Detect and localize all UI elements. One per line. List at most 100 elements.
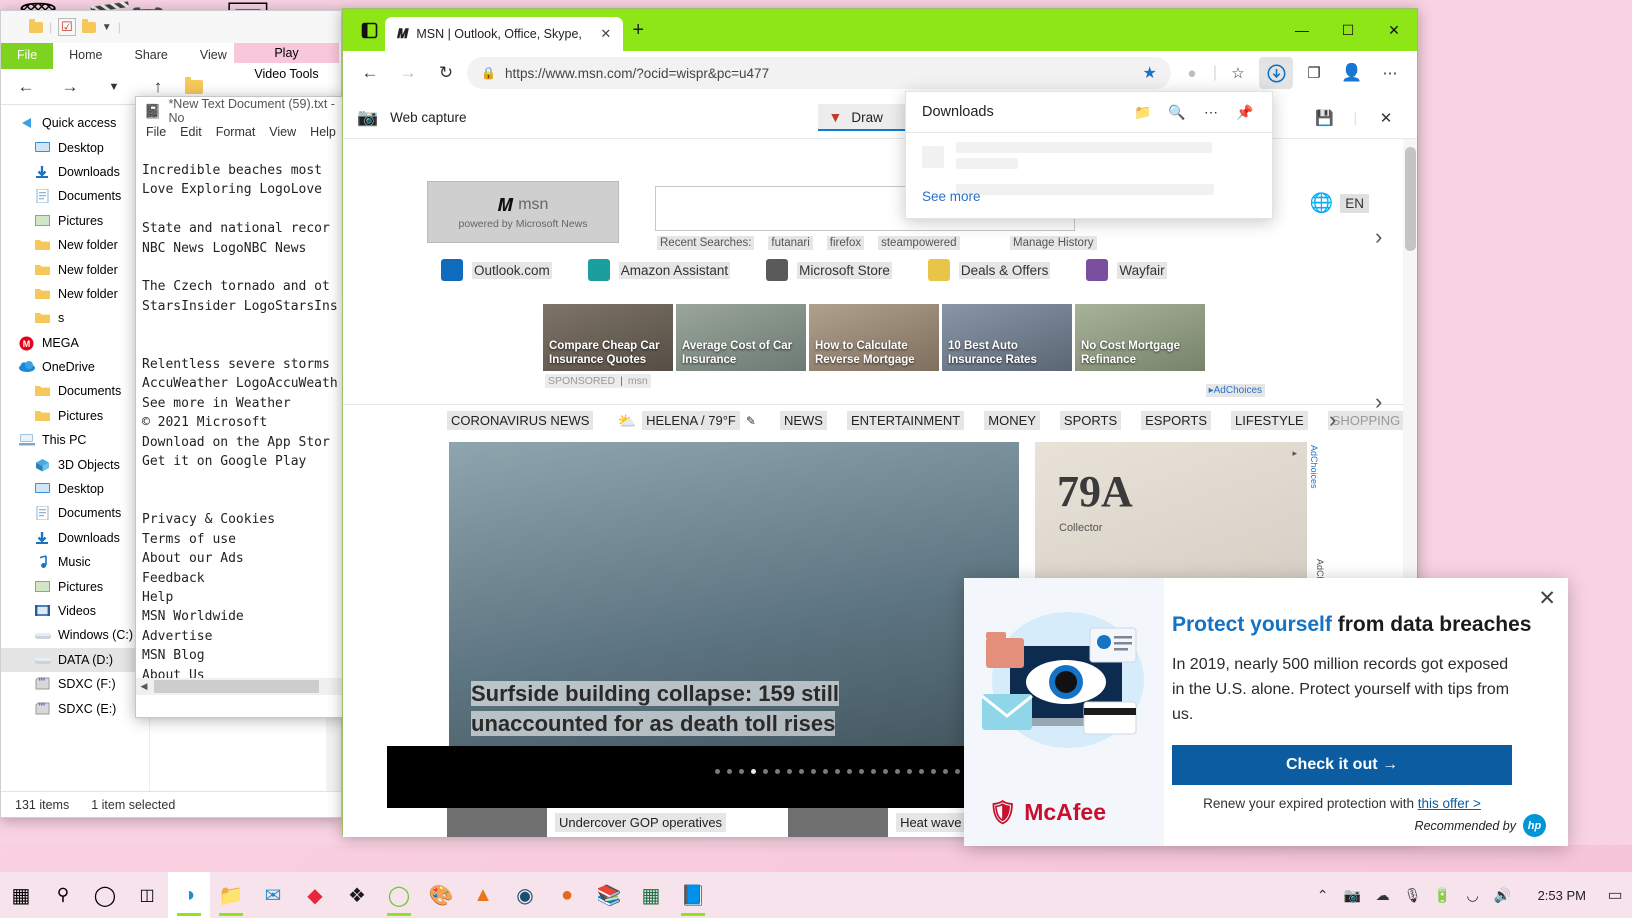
sidebar-item-pictures[interactable]: Pictures <box>1 404 149 428</box>
quick-link-deals-offers[interactable]: Deals & Offers <box>927 259 1051 281</box>
edge-navigation-bar[interactable]: ← → ↻ 🔒 https://www.msn.com/?ocid=wispr&… <box>343 51 1417 95</box>
notepad-menubar[interactable]: File Edit Format View Help <box>136 125 346 147</box>
tab-close-icon[interactable]: ✕ <box>594 26 617 42</box>
cortana-button[interactable]: ◯ <box>84 872 126 918</box>
bottom-news-card[interactable]: Undercover GOP operatives <box>447 808 727 837</box>
sidebar-item-pictures[interactable]: Pictures <box>1 209 149 233</box>
edit-pencil-icon[interactable]: ✎ <box>746 414 756 428</box>
sidebar-item-documents[interactable]: Documents <box>1 501 149 525</box>
mcafee-offer-link[interactable]: this offer > <box>1418 796 1481 811</box>
vertical-adchoices-label[interactable]: AdChoices <box>1309 445 1319 489</box>
nav-item-esports[interactable]: ESPORTS <box>1141 411 1212 430</box>
menu-view[interactable]: View <box>269 125 296 147</box>
collections-coin-icon[interactable]: ● <box>1175 57 1209 89</box>
quick-link-wayfair[interactable]: Wayfair <box>1086 259 1167 281</box>
nav-item-sports[interactable]: SPORTS <box>1059 411 1122 430</box>
window-controls[interactable]: — ☐ ✕ <box>1279 9 1417 51</box>
quicklinks-next-chevron-icon[interactable]: › <box>1375 224 1382 250</box>
adchoices-label[interactable]: ▸AdChoices <box>1205 384 1265 397</box>
taskbar-clock[interactable]: 2:53 PM <box>1526 888 1598 903</box>
refresh-button[interactable]: ↻ <box>429 57 463 89</box>
taskbar-app-mail[interactable]: ✉ <box>252 872 294 918</box>
taskbar-app-paint[interactable]: 🎨 <box>420 872 462 918</box>
carousel-dot[interactable] <box>786 769 792 774</box>
nav-item-shopping[interactable]: SHOPPING <box>1327 411 1405 430</box>
notepad-titlebar[interactable]: 📓 *New Text Document (59).txt - No <box>136 97 346 125</box>
language-selector[interactable]: 🌐 EN <box>1310 191 1369 215</box>
volume-icon[interactable]: 🔊 <box>1488 887 1518 904</box>
nav-item-news[interactable]: NEWS <box>779 411 827 430</box>
quick-links-row[interactable]: Outlook.com Amazon Assistant Microsoft Sto… <box>441 259 1167 281</box>
ads-next-chevron-icon[interactable]: › <box>1375 389 1382 415</box>
recent-search-1[interactable]: futanari <box>768 236 813 250</box>
dropdown-icon[interactable]: ▼ <box>102 22 112 33</box>
quick-link-microsoft-store[interactable]: Microsoft Store <box>766 259 892 281</box>
weather-chip[interactable]: ⛅ HELENA / 79°F ✎ <box>613 409 760 432</box>
nav-item-entertainment[interactable]: ENTERTAINMENT <box>846 411 965 430</box>
menu-help[interactable]: Help <box>310 125 336 147</box>
ribbon-tab-share[interactable]: Share <box>119 43 184 69</box>
sponsored-ad-card[interactable]: No Cost Mortgage Refinance <box>1075 304 1205 371</box>
sidebar-item-music[interactable]: Music <box>1 550 149 574</box>
nav-item-money[interactable]: MONEY <box>984 411 1040 430</box>
action-center-button[interactable]: ▭ <box>1598 885 1632 905</box>
taskbar-app-dropbox[interactable]: ❖ <box>336 872 378 918</box>
taskbar-app-vlc[interactable]: ▲ <box>462 872 504 918</box>
pin-icon[interactable]: 📌 <box>1228 97 1262 127</box>
carousel-dot[interactable] <box>894 769 900 774</box>
sidebar-item-videos[interactable]: Videos <box>1 599 149 623</box>
edge-tab-strip[interactable]: 𝑴 MSN | Outlook, Office, Skype, Bin ✕ + <box>343 9 1279 51</box>
tab-actions-menu-icon[interactable] <box>355 16 383 44</box>
sponsored-ad-card[interactable]: 10 Best Auto Insurance Rates <box>942 304 1072 371</box>
sidebar-item-data-d[interactable]: DATA (D:) <box>1 647 149 672</box>
taskbar-app-winrar[interactable]: 📚 <box>588 872 630 918</box>
notepad-horizontal-scrollbar[interactable]: ◀ <box>136 678 346 695</box>
camera-icon[interactable]: 📷 <box>1338 887 1368 904</box>
minimize-button[interactable]: — <box>1279 9 1325 51</box>
start-button[interactable]: ▦ <box>0 872 42 918</box>
explorer-navigation-pane[interactable]: Quick access Desktop Downloads Documents Pic… <box>1 105 149 791</box>
favorite-star-icon[interactable]: ★ <box>1143 63 1157 83</box>
address-bar[interactable]: 🔒 https://www.msn.com/?ocid=wispr&pc=u47… <box>467 57 1171 89</box>
carousel-dot[interactable] <box>810 769 816 774</box>
edge-titlebar[interactable]: 𝑴 MSN | Outlook, Office, Skype, Bin ✕ + … <box>343 9 1417 51</box>
notepad-text-area[interactable]: Incredible beaches most Love Exploring L… <box>136 147 346 687</box>
microphone-icon[interactable]: 🎙 <box>1398 887 1428 904</box>
taskbar-app-firefox[interactable]: ● <box>546 872 588 918</box>
carousel-dot[interactable] <box>930 769 936 774</box>
carousel-dot[interactable] <box>834 769 840 774</box>
carousel-dot[interactable] <box>798 769 804 774</box>
recent-search-2[interactable]: firefox <box>826 236 865 250</box>
sidebar-item-documents[interactable]: Documents <box>1 184 149 208</box>
taskbar-app-steam[interactable]: ◉ <box>504 872 546 918</box>
taskbar-app-file-explorer[interactable]: 📁 <box>210 872 252 918</box>
sidebar-item-3d-objects[interactable]: 3D Objects <box>1 452 149 476</box>
carousel-dot[interactable] <box>750 769 756 774</box>
video-tools-contextual-group[interactable]: Play Video Tools <box>234 43 339 85</box>
scrollbar-thumb[interactable] <box>154 680 319 693</box>
forward-button[interactable]: → <box>391 57 425 89</box>
windows-taskbar[interactable]: ▦ ⚲ ◯ ◫ ◑ 📁 ✉ ◆ ❖ ◯ 🎨 ▲ ◉ ● 📚 ▦ 📘 ⌃ 📷 ☁ 🎙 🔋 ◡ 🔊 2:53 PM ▭ <box>0 872 1632 918</box>
battery-icon[interactable]: 🔋 <box>1428 887 1458 904</box>
sponsored-ad-card[interactable]: How to Calculate Reverse Mortgage <box>809 304 939 371</box>
search-button[interactable]: ⚲ <box>42 872 84 918</box>
taskbar-app-buttons[interactable]: ◑ 📁 ✉ ◆ ❖ ◯ 🎨 ▲ ◉ ● 📚 ▦ 📘 <box>168 872 714 918</box>
msn-logo[interactable]: 𝑴 msn powered by Microsoft News <box>427 181 619 243</box>
manage-history-link[interactable]: Manage History <box>1010 236 1097 250</box>
recent-search-3[interactable]: steampowered <box>878 236 960 250</box>
carousel-dot[interactable] <box>738 769 744 774</box>
system-tray[interactable]: ⌃ 📷 ☁ 🎙 🔋 ◡ 🔊 <box>1308 887 1526 904</box>
scroll-left-arrow-icon[interactable]: ◀ <box>136 681 152 692</box>
browser-tab-msn[interactable]: 𝑴 MSN | Outlook, Office, Skype, Bin ✕ <box>385 17 624 51</box>
video-tools-play-tab[interactable]: Play <box>234 43 339 63</box>
more-options-icon[interactable]: ⋯ <box>1194 97 1228 127</box>
sidebar-item-downloads[interactable]: Downloads <box>1 526 149 550</box>
sponsored-ad-card[interactable]: Average Cost of Car Insurance <box>676 304 806 371</box>
carousel-dot[interactable] <box>858 769 864 774</box>
taskbar-app-notepad[interactable]: 📘 <box>672 872 714 918</box>
carousel-dot[interactable] <box>870 769 876 774</box>
quick-link-amazon-assistant[interactable]: Amazon Assistant <box>587 259 731 281</box>
settings-more-icon[interactable]: ⋯ <box>1373 57 1407 89</box>
explorer-back-button[interactable]: ← <box>9 71 43 103</box>
sidebar-item-mega[interactable]: M MEGA <box>1 331 149 355</box>
